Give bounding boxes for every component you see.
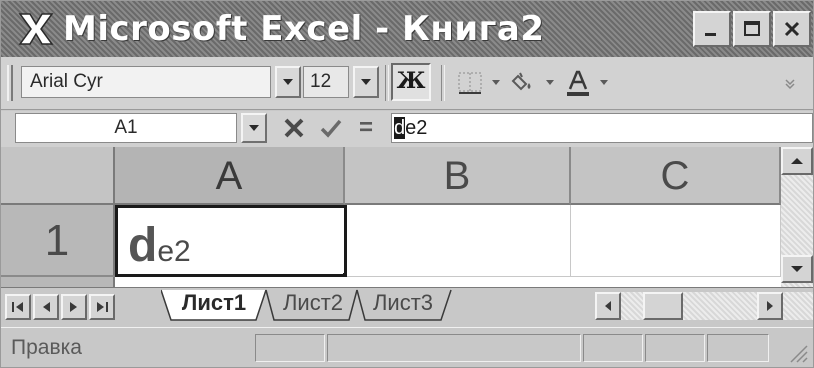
formula-bar: A1 = de2 xyxy=(1,111,813,147)
column-header-a[interactable]: A xyxy=(115,147,345,205)
scroll-down-button[interactable] xyxy=(781,255,813,283)
chevron-down-icon xyxy=(361,79,371,85)
chevron-down-icon xyxy=(249,125,259,131)
maximize-icon xyxy=(744,21,760,36)
font-size-select[interactable]: 12 xyxy=(303,66,349,98)
last-sheet-icon xyxy=(97,302,108,312)
row-header-1[interactable]: 1 xyxy=(1,205,115,277)
arrow-left-icon xyxy=(605,301,611,311)
font-name-dropdown-button[interactable] xyxy=(275,66,301,98)
arrow-right-icon xyxy=(767,301,773,311)
resize-grip-icon[interactable] xyxy=(787,342,809,364)
sheet-tab-list2[interactable]: Лист2 xyxy=(271,288,355,320)
chevron-down-icon xyxy=(283,79,293,85)
first-sheet-icon xyxy=(12,302,23,312)
maximize-button[interactable] xyxy=(733,11,771,47)
column-header-b[interactable]: B xyxy=(345,147,571,205)
toolbar-separator xyxy=(441,65,445,101)
font-name-select[interactable]: Arial Cyr xyxy=(21,66,271,98)
scroll-left-button[interactable] xyxy=(595,292,621,320)
name-box-dropdown-button[interactable] xyxy=(241,113,267,143)
scroll-up-button[interactable] xyxy=(781,147,813,175)
border-dropdown-button[interactable] xyxy=(489,69,503,97)
close-button[interactable] xyxy=(773,11,811,47)
formula-selected-char: d xyxy=(394,117,406,139)
status-bar: Правка xyxy=(1,327,813,367)
formula-input[interactable]: de2 xyxy=(391,113,813,143)
cancel-x-icon xyxy=(284,118,304,138)
cell-b1[interactable] xyxy=(347,205,571,277)
title-bar[interactable]: Microsoft Excel - Книга2 xyxy=(1,1,813,57)
toolbar-grip[interactable] xyxy=(7,65,13,101)
horizontal-scrollbar[interactable] xyxy=(595,292,813,320)
scroll-right-button[interactable] xyxy=(757,292,783,320)
excel-x-icon[interactable] xyxy=(15,9,57,49)
arrow-left-icon xyxy=(43,302,50,312)
fill-color-dropdown-button[interactable] xyxy=(543,69,557,97)
minimize-button[interactable] xyxy=(693,11,731,47)
arrow-down-icon xyxy=(791,266,803,272)
toolbar-separator xyxy=(385,65,389,101)
status-panel xyxy=(707,334,769,362)
toolbar-options-icon[interactable] xyxy=(773,67,807,99)
chevron-down-icon xyxy=(492,80,500,85)
horizontal-scroll-thumb[interactable] xyxy=(643,292,683,320)
cell-a1[interactable]: de2 xyxy=(115,205,349,279)
sheet-tabs-bar: Лист1 Лист2 Лист3 xyxy=(1,287,813,326)
window-title: Microsoft Excel - Книга2 xyxy=(63,9,545,49)
enter-button[interactable] xyxy=(315,113,347,143)
last-sheet-button[interactable] xyxy=(89,294,115,320)
sheet-tab-list3[interactable]: Лист3 xyxy=(361,288,445,320)
row-2-partial xyxy=(1,277,781,287)
sheet-tab-list1[interactable]: Лист1 xyxy=(173,288,255,320)
arrow-up-icon xyxy=(791,158,803,164)
cell-c1[interactable] xyxy=(571,205,781,277)
fill-color-icon[interactable] xyxy=(507,67,541,99)
font-color-icon[interactable] xyxy=(561,67,595,99)
status-panel xyxy=(645,334,705,362)
status-mode-text: Правка xyxy=(11,336,82,359)
formatting-toolbar: Arial Cyr 12 Ж xyxy=(1,57,813,110)
status-panel xyxy=(255,334,325,362)
font-color-dropdown-button[interactable] xyxy=(597,69,611,97)
checkmark-icon xyxy=(320,119,342,138)
chevron-down-icon xyxy=(600,80,608,85)
cell-a1-first-char: d xyxy=(128,219,158,272)
minimize-icon xyxy=(705,33,716,36)
column-header-c[interactable]: C xyxy=(571,147,781,205)
status-panel xyxy=(583,334,643,362)
first-sheet-button[interactable] xyxy=(5,294,31,320)
window-controls xyxy=(693,11,811,47)
chevron-down-icon xyxy=(546,80,554,85)
close-icon xyxy=(784,21,800,37)
arrow-right-icon xyxy=(70,302,77,312)
next-sheet-button[interactable] xyxy=(61,294,87,320)
cancel-entry-button[interactable] xyxy=(277,113,311,143)
name-box[interactable]: A1 xyxy=(15,113,237,143)
row-header-2[interactable] xyxy=(1,277,115,287)
status-panel xyxy=(327,334,581,362)
excel-window: Microsoft Excel - Книга2 Arial Cyr 12 Ж xyxy=(0,0,814,368)
bold-button[interactable]: Ж xyxy=(391,63,431,101)
vertical-scrollbar[interactable] xyxy=(781,147,813,287)
worksheet-grid: A B C 1 de2 xyxy=(1,147,813,287)
border-icon[interactable] xyxy=(453,67,487,99)
formula-text: e2 xyxy=(405,117,428,139)
prev-sheet-button[interactable] xyxy=(33,294,59,320)
cell-a1-text: e2 xyxy=(157,235,191,268)
select-all-corner[interactable] xyxy=(1,147,115,205)
edit-formula-button[interactable]: = xyxy=(351,113,381,143)
font-size-dropdown-button[interactable] xyxy=(353,66,379,98)
